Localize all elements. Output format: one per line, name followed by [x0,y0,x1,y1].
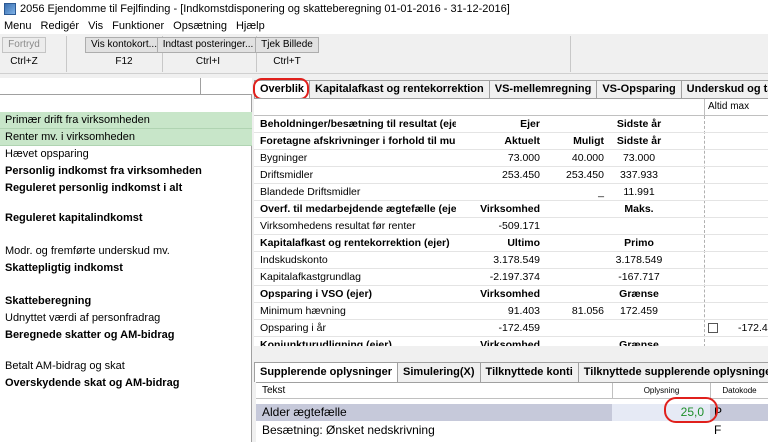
check-image-group: Tjek Billede Ctrl+T [255,37,319,71]
table-row[interactable]: Virksomhedens resultat før renter -509.1… [254,218,768,235]
bottom-tab-strip: Supplerende oplysninger Simulering(X) Ti… [254,362,768,382]
postings-group: Indtast posteringer... Ctrl+I [156,37,260,71]
tab-tilknyttede-supplerende[interactable]: Tilknyttede supplerende oplysninger [577,362,768,382]
list-item[interactable]: Reguleret personlig indkomst i alt [0,180,252,197]
menu-funktioner[interactable]: Funktioner [112,20,164,32]
altid-max-checkbox[interactable] [708,323,718,333]
postings-shortcut: Ctrl+I [195,56,221,67]
show-account-card-button[interactable]: Vis kontokort... [85,37,163,53]
list-item[interactable]: Hævet opsparing [0,146,252,163]
menu-hjaelp[interactable]: Hjælp [236,20,265,32]
list-item[interactable]: Modr. og fremførte underskud mv. [0,243,252,260]
overview-grid: Altid max Beholdninger/besætning til res… [254,98,768,346]
table-row[interactable]: Bygninger 73.000 40.000 73.000 [254,150,768,167]
overview-grid-topbar: Altid max [254,99,768,116]
income-tree-panel: Primær drift fra virksomheden Renter mv.… [0,78,252,442]
tab-vs-mellemregning[interactable]: VS-mellemregning [488,80,598,98]
altid-max-header: Altid max [704,99,768,115]
window-title: 2056 Ejendomme til Fejlfinding - [Indkom… [20,3,510,15]
list-item[interactable]: Udnyttet værdi af personfradrag [0,310,252,327]
undo-button[interactable]: Fortryd [2,37,46,53]
header-tekst: Tekst [262,385,286,396]
list-item[interactable]: Primær drift fra virksomheden [0,112,252,129]
list-item[interactable]: Skattepligtig indkomst [0,260,252,277]
enter-postings-button[interactable]: Indtast posteringer... [156,37,260,53]
annotation-circle [253,78,309,100]
kontokort-shortcut: F12 [115,56,133,67]
title-bar: 2056 Ejendomme til Fejlfinding - [Indkom… [0,0,768,18]
menu-menu[interactable]: Menu [4,20,32,32]
app-icon [4,3,16,15]
table-row[interactable]: Kapitalafkast og rentekorrektion (ejer) … [254,235,768,252]
list-item[interactable]: Reguleret kapitalindkomst [0,210,252,227]
list-item[interactable]: Beregnede skatter og AM-bidrag [0,327,252,344]
tab-kapitalafkast[interactable]: Kapitalafkast og rentekorrektion [309,80,490,98]
tab-supplerende-oplysninger[interactable]: Supplerende oplysninger [254,362,399,382]
check-image-button[interactable]: Tjek Billede [255,37,319,53]
list-item[interactable]: Betalt AM-bidrag og skat [0,358,252,375]
list-item[interactable]: Skatteberegning [0,293,252,310]
top-tab-strip: Overblik Kapitalafkast og rentekorrektio… [254,80,768,98]
oplysning-value[interactable] [612,422,710,439]
table-row[interactable]: Foretagne afskrivninger i forhold til mu… [254,133,768,150]
undo-group: Fortryd Ctrl+Z [2,37,46,71]
table-row[interactable]: Overf. til medarbejdende ægtefælle (ejer… [254,201,768,218]
table-row[interactable]: Beholdninger/besætning til resultat (eje… [254,116,768,133]
table-row[interactable]: Indskudskonto 3.178.549 3.178.549 [254,252,768,269]
list-item[interactable]: Overskydende skat og AM-bidrag [0,375,252,392]
menu-rediger[interactable]: Redigér [41,20,80,32]
tab-simulering[interactable]: Simulering(X) [397,362,481,382]
menu-opsaetning[interactable]: Opsætning [173,20,227,32]
toolbar-separator [570,36,571,72]
header-datokode: Datokode [710,383,768,399]
toolbar: Fortryd Ctrl+Z Vis kontokort... F12 Indt… [0,34,768,74]
list-item[interactable]: Renter mv. i virksomheden [0,129,252,146]
left-panel-header [0,78,252,95]
table-row[interactable]: Driftsmidler 253.450 253.450 337.933 [254,167,768,184]
undo-shortcut: Ctrl+Z [10,56,38,67]
table-row[interactable]: Opsparing i VSO (ejer) Virksomhed Grænse [254,286,768,303]
table-row[interactable]: Minimum hævning 91.403 81.056 172.459 [254,303,768,320]
table-row[interactable]: Konjunkturudligning (ejer) Virksomhed Gr… [254,337,768,346]
list-item[interactable]: Personlig indkomst fra virksomheden [0,163,252,180]
menu-bar: Menu Redigér Vis Funktioner Opsætning Hj… [0,18,768,34]
table-row[interactable]: Opsparing i år -172.459 -172.4 [254,320,768,337]
toolbar-separator [66,36,67,72]
table-row[interactable]: Besætning: Ønsket nedskrivning F [256,422,768,439]
kontokort-group: Vis kontokort... F12 [85,37,163,71]
annotation-circle [664,397,718,423]
check-image-shortcut: Ctrl+T [273,56,301,67]
table-row[interactable]: Blandede Driftsmidler _ 11.991 [254,184,768,201]
tab-vs-opsparing[interactable]: VS-Opsparing [596,80,682,98]
menu-vis[interactable]: Vis [88,20,103,32]
tab-underskud-og-tab[interactable]: Underskud og tab [680,80,768,98]
table-row[interactable]: Kapitalafkastgrundlag -2.197.374 -167.71… [254,269,768,286]
tab-tilknyttede-konti[interactable]: Tilknyttede konti [479,362,579,382]
